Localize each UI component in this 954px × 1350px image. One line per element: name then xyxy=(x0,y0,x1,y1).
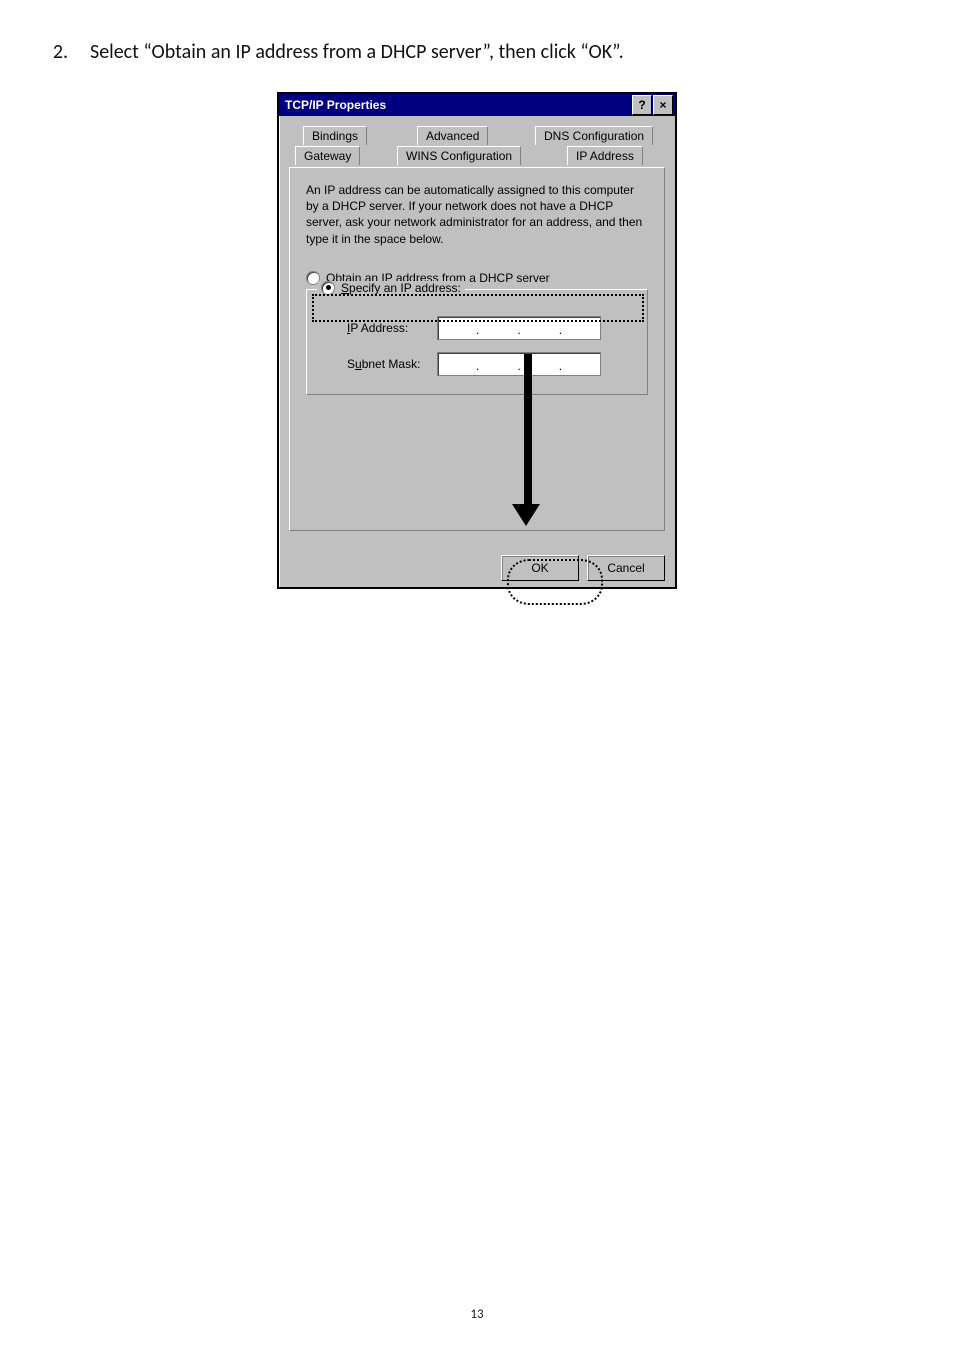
tab-gateway[interactable]: Gateway xyxy=(295,146,360,165)
mask-octet-4[interactable] xyxy=(562,353,600,375)
page-number: 13 xyxy=(0,1307,954,1322)
help-icon[interactable]: ? xyxy=(632,95,652,115)
subnet-mask-input[interactable]: . . . xyxy=(437,352,601,376)
tab-bindings[interactable]: Bindings xyxy=(303,126,367,145)
subnet-mask-label: Subnet Mask: xyxy=(347,357,427,371)
ip-address-label: IP Address: xyxy=(347,321,427,335)
tab-wins-configuration[interactable]: WINS Configuration xyxy=(397,146,521,165)
tab-advanced[interactable]: Advanced xyxy=(417,126,488,145)
ip-octet-3[interactable] xyxy=(521,317,559,339)
cancel-button[interactable]: Cancel xyxy=(587,555,665,581)
mask-octet-2[interactable] xyxy=(479,353,517,375)
ip-octet-1[interactable] xyxy=(438,317,476,339)
ip-octet-2[interactable] xyxy=(479,317,517,339)
titlebar-text: TCP/IP Properties xyxy=(285,98,386,112)
mask-octet-1[interactable] xyxy=(438,353,476,375)
specify-ip-group: Specify an IP address: IP Address: . . . xyxy=(306,289,648,395)
ip-address-input[interactable]: . . . xyxy=(437,316,601,340)
ip-octet-4[interactable] xyxy=(562,317,600,339)
close-icon[interactable]: × xyxy=(653,95,673,115)
radio-specify-ip[interactable]: Specify an IP address: xyxy=(317,281,465,295)
ok-button[interactable]: OK xyxy=(501,555,579,581)
tcpip-properties-dialog: TCP/IP Properties ? × Bindings Advanced … xyxy=(277,92,677,589)
instruction-number: 2. xyxy=(46,40,68,64)
radio-specify-label: Specify an IP address: xyxy=(341,281,461,295)
tab-strip: Bindings Advanced DNS Configuration Gate… xyxy=(289,126,665,168)
tab-panel-ip-address: An IP address can be automatically assig… xyxy=(289,167,665,531)
instruction-line: 2. Select “Obtain an IP address from a D… xyxy=(46,40,882,64)
tab-ip-address[interactable]: IP Address xyxy=(567,146,643,165)
description-text: An IP address can be automatically assig… xyxy=(306,182,648,247)
radio-icon xyxy=(321,281,335,295)
tab-dns-configuration[interactable]: DNS Configuration xyxy=(535,126,653,145)
instruction-text: Select “Obtain an IP address from a DHCP… xyxy=(90,40,624,64)
annotation-arrow-icon xyxy=(522,354,534,524)
titlebar: TCP/IP Properties ? × xyxy=(279,94,675,116)
